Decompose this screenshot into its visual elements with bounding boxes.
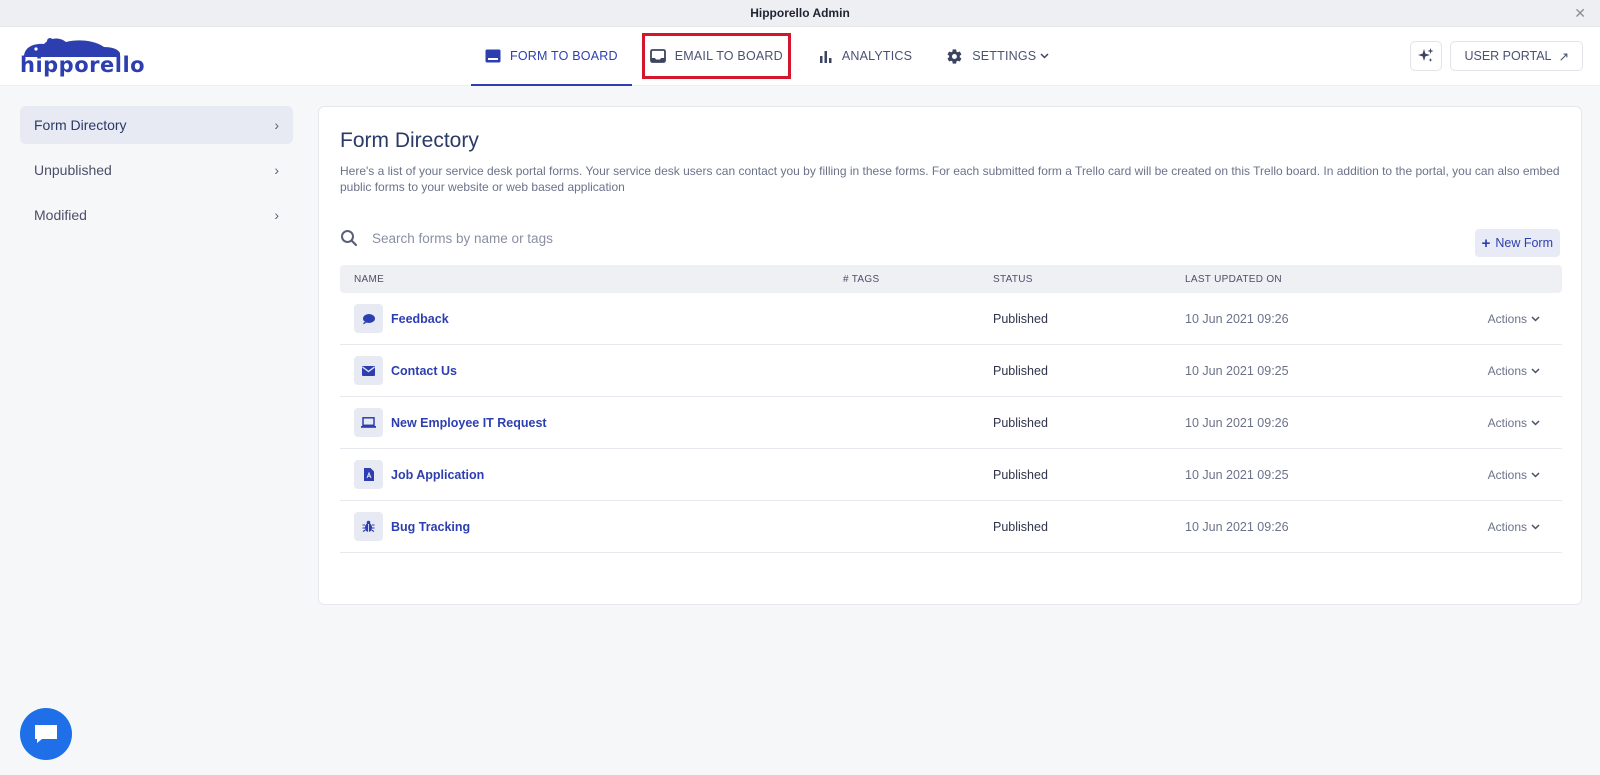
actions-label: Actions — [1487, 311, 1527, 326]
status-text: Published — [993, 415, 1048, 430]
search-icon — [341, 230, 358, 247]
actions-dropdown[interactable]: Actions — [1488, 364, 1540, 378]
table-row[interactable]: Bug Tracking Published 10 Jun 2021 09:26… — [340, 501, 1562, 553]
updated-timestamp: 10 Jun 2021 09:26 — [1185, 519, 1289, 534]
bug-icon — [354, 512, 383, 541]
form-name-link[interactable]: Contact Us — [391, 364, 457, 378]
main-nav-tabs: FORM TO BOARD EMAIL TO BOARD ANALYTICS S… — [471, 27, 1063, 86]
sidebar-item-label: Form Directory — [34, 117, 127, 133]
new-form-label: New Form — [1495, 236, 1553, 250]
page-title: Form Directory — [340, 129, 479, 152]
status-text: Published — [993, 519, 1048, 534]
form-name-cell: Job Application — [354, 460, 484, 489]
sidebar-item-unpublished[interactable]: Unpublished › — [20, 151, 293, 189]
form-name-cell: Contact Us — [354, 356, 457, 385]
chevron-right-icon: › — [274, 207, 279, 223]
tab-settings[interactable]: SETTINGS — [932, 27, 1063, 85]
status-text: Published — [993, 467, 1048, 482]
logo-wordmark: hipporello — [20, 53, 146, 77]
search-bar — [340, 223, 940, 253]
table-row[interactable]: Job Application Published 10 Jun 2021 09… — [340, 449, 1562, 501]
chevron-down-icon — [1531, 471, 1540, 478]
laptop-icon — [354, 408, 383, 437]
tab-analytics[interactable]: ANALYTICS — [805, 27, 926, 85]
status-text: Published — [993, 311, 1048, 326]
forms-table: NAME # TAGS STATUS LAST UPDATED ON Feedb… — [340, 265, 1562, 553]
chevron-down-icon — [1531, 315, 1540, 322]
chat-icon — [35, 725, 57, 743]
chat-bubble-icon — [354, 304, 383, 333]
form-name-cell: Feedback — [354, 304, 449, 333]
form-name-link[interactable]: New Employee IT Request — [391, 416, 547, 430]
updated-timestamp: 10 Jun 2021 09:26 — [1185, 415, 1289, 430]
actions-label: Actions — [1487, 415, 1527, 430]
chevron-right-icon: › — [274, 162, 279, 178]
user-portal-button[interactable]: USER PORTAL ↗ — [1450, 41, 1583, 71]
updated-timestamp: 10 Jun 2021 09:26 — [1185, 311, 1289, 326]
actions-label: Actions — [1487, 363, 1527, 378]
plus-icon: + — [1481, 234, 1491, 252]
chat-launcher-button[interactable] — [20, 708, 72, 760]
sidebar: Form Directory › Unpublished › Modified … — [20, 106, 293, 241]
chevron-right-icon: › — [274, 117, 279, 133]
sidebar-item-label: Modified — [34, 207, 87, 223]
user-portal-label: USER PORTAL — [1464, 49, 1552, 63]
column-header-status[interactable]: STATUS — [993, 274, 1033, 285]
table-header: NAME # TAGS STATUS LAST UPDATED ON — [340, 265, 1562, 293]
envelope-icon — [354, 356, 383, 385]
actions-dropdown[interactable]: Actions — [1488, 468, 1540, 482]
sidebar-item-form-directory[interactable]: Form Directory › — [20, 106, 293, 144]
actions-label: Actions — [1487, 467, 1527, 482]
chevron-down-icon — [1531, 523, 1540, 530]
column-header-tags[interactable]: # TAGS — [843, 274, 879, 285]
external-link-icon: ↗ — [1558, 49, 1569, 64]
form-board-icon — [485, 49, 501, 63]
form-name-cell: Bug Tracking — [354, 512, 470, 541]
hipporello-logo[interactable]: hipporello — [20, 35, 145, 79]
form-name-cell: New Employee IT Request — [354, 408, 547, 437]
chevron-down-icon — [1531, 419, 1540, 426]
document-icon — [354, 460, 383, 489]
table-row[interactable]: Feedback Published 10 Jun 2021 09:26 Act… — [340, 293, 1562, 345]
actions-label: Actions — [1487, 519, 1527, 534]
actions-dropdown[interactable]: Actions — [1488, 416, 1540, 430]
column-header-name[interactable]: NAME — [354, 274, 384, 285]
nav-right-actions: USER PORTAL ↗ — [1410, 41, 1583, 71]
close-icon[interactable]: ✕ — [1574, 5, 1586, 22]
chevron-down-icon — [1531, 367, 1540, 374]
updated-timestamp: 10 Jun 2021 09:25 — [1185, 467, 1289, 482]
tab-form-to-board[interactable]: FORM TO BOARD — [471, 27, 632, 86]
actions-dropdown[interactable]: Actions — [1488, 312, 1540, 326]
tab-email-to-board[interactable]: EMAIL TO BOARD — [636, 27, 797, 85]
sparkle-button[interactable] — [1410, 41, 1443, 71]
new-form-button[interactable]: + New Form — [1474, 229, 1560, 257]
inbox-icon — [649, 49, 666, 63]
top-navigation: hipporello FORM TO BOARD EMAIL TO BOARD … — [0, 27, 1600, 86]
sidebar-item-modified[interactable]: Modified › — [20, 196, 293, 234]
table-row[interactable]: New Employee IT Request Published 10 Jun… — [340, 397, 1562, 449]
bar-chart-icon — [819, 50, 832, 63]
status-text: Published — [993, 363, 1048, 378]
tab-analytics-label: ANALYTICS — [841, 49, 913, 63]
tab-form-to-board-label: FORM TO BOARD — [510, 49, 618, 63]
table-row[interactable]: Contact Us Published 10 Jun 2021 09:25 A… — [340, 345, 1562, 397]
form-name-link[interactable]: Bug Tracking — [391, 520, 470, 534]
gear-icon — [947, 48, 962, 64]
form-name-link[interactable]: Feedback — [391, 312, 449, 326]
updated-timestamp: 10 Jun 2021 09:25 — [1185, 363, 1289, 378]
search-input[interactable] — [372, 230, 872, 246]
window-title: Hipporello Admin — [750, 6, 850, 20]
tab-settings-label: SETTINGS — [972, 49, 1037, 63]
window-titlebar: Hipporello Admin ✕ — [0, 0, 1600, 27]
chevron-down-icon — [1040, 53, 1049, 59]
form-name-link[interactable]: Job Application — [391, 468, 484, 482]
form-directory-panel: Form Directory Here's a list of your ser… — [318, 106, 1582, 605]
actions-dropdown[interactable]: Actions — [1488, 520, 1540, 534]
column-header-updated[interactable]: LAST UPDATED ON — [1185, 274, 1282, 285]
sparkle-icon — [1418, 48, 1434, 62]
tab-email-to-board-label: EMAIL TO BOARD — [674, 49, 783, 63]
page-description: Here's a list of your service desk porta… — [340, 164, 1560, 194]
sidebar-item-label: Unpublished — [34, 162, 112, 178]
